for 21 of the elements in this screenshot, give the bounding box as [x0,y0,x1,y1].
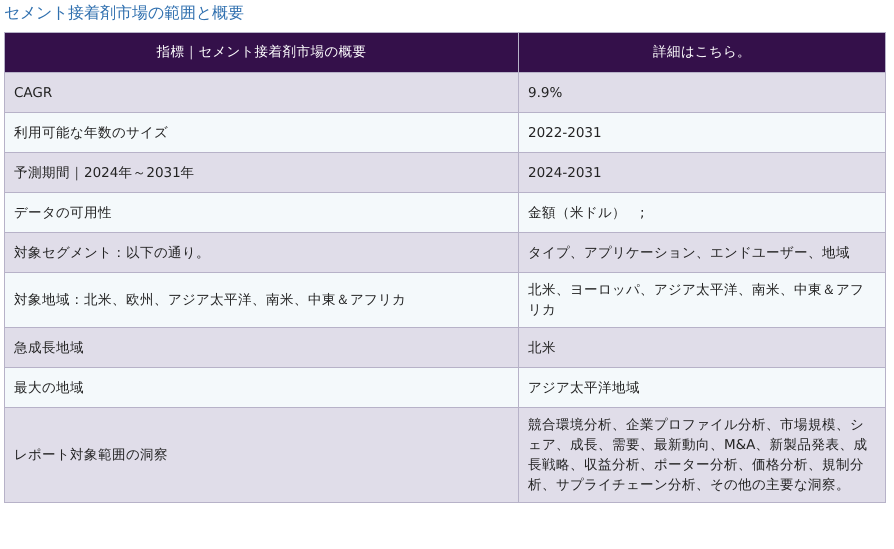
table-cell: 9.9% [518,72,886,112]
table-cell: 2024-2031 [518,152,886,192]
table-cell: 対象地域：北米、欧州、アジア太平洋、南米、中東＆アフリカ [4,272,518,328]
column-header: 指標｜セメント接着剤市場の概要 [4,32,518,72]
table-cell: 対象セグメント：以下の通り。 [4,232,518,272]
page-title: セメント接着剤市場の範囲と概要 [4,2,245,24]
table-cell: 予測期間｜2024年～2031年 [4,152,518,192]
table-cell: 利用可能な年数のサイズ [4,112,518,152]
table-cell: 急成長地域 [4,328,518,368]
column-header: 詳細はこちら。 [518,32,886,72]
table-cell: 北米、ヨーロッパ、アジア太平洋、南米、中東＆アフリカ [518,272,886,328]
table-cell: 競合環境分析、企業プロファイル分析、市場規模、シェア、成長、需要、最新動向、M&A、新製品発表、成長戦略、収益分析、ポーター分析、価格分析、規制分析、サプライチェーン分析、その他の主要な洞察。 [518,408,886,502]
table-cell: 2022-2031 [518,112,886,152]
table-cell: CAGR [4,72,518,112]
table-cell: 金額（米ドル） ; [518,192,886,232]
table-cell: 最大の地域 [4,368,518,408]
table-cell: アジア太平洋地域 [518,368,886,408]
table-cell: タイプ、アプリケーション、エンドユーザー、地域 [518,232,886,272]
table-cell: データの可用性 [4,192,518,232]
table-cell: レポート対象範囲の洞察 [4,408,518,502]
table-cell: 北米 [518,328,886,368]
